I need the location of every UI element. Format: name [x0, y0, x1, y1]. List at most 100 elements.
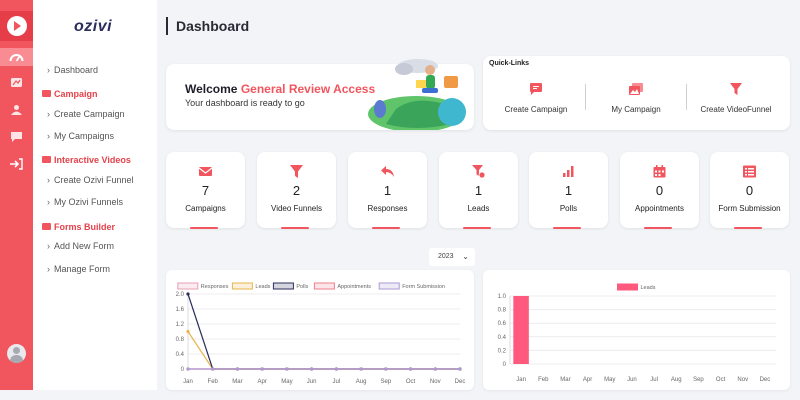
y-tick-label: 1.6 — [176, 307, 185, 313]
quick-link-create-campaign[interactable]: Create Campaign — [486, 82, 586, 114]
sidebar-item-manage-form[interactable]: › Manage Form — [47, 264, 110, 274]
data-point — [235, 367, 240, 371]
stat-accent-bar — [463, 227, 491, 229]
y-tick-label: 1.2 — [176, 322, 185, 328]
x-tick-label: Jun — [627, 377, 637, 383]
users-icon[interactable] — [9, 104, 24, 116]
y-tick-label: 1.0 — [498, 294, 507, 300]
x-tick-label: Sep — [693, 377, 704, 383]
stat-card-form-submission[interactable]: 0 Form Submission — [710, 152, 789, 229]
year-select[interactable]: 2023 ⌄ — [429, 248, 475, 266]
sidebar: ozivi › Dashboard Campaign › Create Campai… — [33, 0, 157, 390]
chevron-down-icon: ⌄ — [462, 252, 469, 261]
sidebar-item-dashboard[interactable]: › Dashboard — [47, 65, 98, 75]
welcome-illustration — [368, 59, 466, 130]
x-tick-label: Jan — [516, 377, 526, 383]
list-icon — [743, 165, 756, 178]
stat-label: Appointments — [635, 204, 684, 213]
stat-card-leads[interactable]: 1 Leads — [439, 152, 518, 229]
x-tick-label: Jul — [650, 377, 658, 383]
chevron-right-icon: › — [47, 264, 50, 274]
x-tick-label: Aug — [671, 377, 682, 383]
icon-rail — [0, 0, 33, 390]
x-tick-label: Jul — [333, 379, 341, 385]
stat-value: 0 — [655, 183, 664, 198]
chevron-right-icon: › — [47, 131, 50, 141]
user-avatar[interactable] — [7, 344, 26, 363]
message-icon — [530, 83, 542, 95]
lead-funnel-icon — [472, 165, 485, 178]
funnel-icon — [730, 83, 742, 95]
sidebar-item-add-new-form[interactable]: › Add New Form — [47, 241, 114, 251]
welcome-card: Welcome General Review Access Your dashb… — [166, 59, 474, 130]
sidebar-section-campaign[interactable]: Campaign — [42, 89, 98, 99]
series-line — [187, 331, 460, 370]
images-icon — [629, 83, 643, 95]
legend-label: Form Submission — [402, 284, 445, 290]
stat-card-appointments[interactable]: 0 Appointments — [620, 152, 699, 229]
series-line — [187, 293, 460, 370]
year-select-value: 2023 — [438, 253, 454, 260]
sidebar-section-interactive-videos[interactable]: Interactive Videos — [42, 155, 131, 165]
y-tick-label: 0 — [503, 362, 507, 368]
campaign-icon[interactable] — [9, 77, 24, 89]
sidebar-item-create-ozivi-funnel[interactable]: › Create Ozivi Funnel — [47, 175, 134, 185]
chevron-right-icon: › — [47, 109, 50, 119]
sidebar-section-forms-builder[interactable]: Forms Builder — [42, 222, 115, 232]
stat-card-polls[interactable]: 1 Polls — [529, 152, 608, 229]
x-tick-label: Dec — [455, 379, 466, 385]
stat-card-video-funnels[interactable]: 2 Video Funnels — [257, 152, 336, 229]
sidebar-item-my-ozivi-funnels[interactable]: › My Ozivi Funnels — [47, 197, 123, 207]
stat-label: Video Funnels — [271, 204, 322, 213]
legend-swatch — [617, 283, 638, 291]
stat-value: 0 — [745, 183, 754, 198]
stat-accent-bar — [644, 227, 672, 229]
stat-value: 2 — [292, 183, 301, 198]
bar — [513, 296, 529, 364]
x-tick-label: Mar — [560, 377, 570, 383]
stat-card-responses[interactable]: 1 Responses — [348, 152, 427, 229]
y-tick-label: 0.8 — [176, 337, 185, 343]
quick-link-create-videofunnel[interactable]: Create VideoFunnel — [686, 82, 786, 114]
stat-card-campaigns[interactable]: 7 Campaigns — [166, 152, 245, 229]
logout-icon[interactable] — [9, 158, 24, 170]
messages-icon[interactable] — [9, 131, 24, 143]
x-tick-label: Apr — [583, 377, 592, 383]
legend-swatch — [272, 282, 294, 290]
sidebar-item-my-campaigns[interactable]: › My Campaigns — [47, 131, 114, 141]
legend-label: Leads — [641, 285, 656, 291]
y-tick-label: 0 — [181, 367, 185, 373]
brand-logo[interactable]: ozivi — [74, 18, 112, 36]
y-tick-label: 2.0 — [176, 292, 185, 298]
sidebar-item-create-campaign[interactable]: › Create Campaign — [47, 109, 125, 119]
campaign-section-icon — [42, 90, 51, 97]
data-point — [310, 367, 314, 371]
stat-label: Leads — [467, 204, 490, 213]
data-point — [334, 367, 338, 371]
calendar-icon — [653, 165, 666, 178]
y-tick-label: 0.6 — [498, 321, 507, 327]
x-tick-label: Mar — [232, 379, 242, 385]
page-title: Dashboard — [166, 17, 249, 35]
signal-bars-icon — [563, 166, 574, 177]
x-tick-label: Dec — [760, 377, 771, 383]
x-tick-label: Apr — [258, 379, 267, 385]
legend-label: Appointments — [337, 284, 371, 290]
x-tick-label: May — [281, 379, 292, 385]
stat-value: 1 — [383, 183, 392, 198]
envelope-icon — [199, 167, 212, 176]
stat-value: 1 — [564, 183, 573, 198]
stat-accent-bar — [553, 227, 581, 229]
x-tick-label: Oct — [716, 377, 726, 383]
data-point — [186, 329, 190, 334]
app-logo-icon[interactable] — [0, 11, 33, 41]
quick-link-my-campaign[interactable]: My Campaign — [586, 82, 686, 114]
chevron-right-icon: › — [47, 175, 50, 185]
data-point — [186, 367, 190, 371]
x-tick-label: Feb — [208, 379, 219, 385]
stat-accent-bar — [190, 227, 218, 229]
leads-bar-chart: 0 0.2 0.4 0.6 0.8 1.0 Leads Jan Feb Mar Apr May Jun J… — [498, 283, 776, 383]
funnel-icon — [290, 165, 303, 178]
welcome-subtitle: Your dashboard is ready to go — [185, 98, 305, 108]
dashboard-gauge-icon[interactable] — [9, 51, 24, 63]
